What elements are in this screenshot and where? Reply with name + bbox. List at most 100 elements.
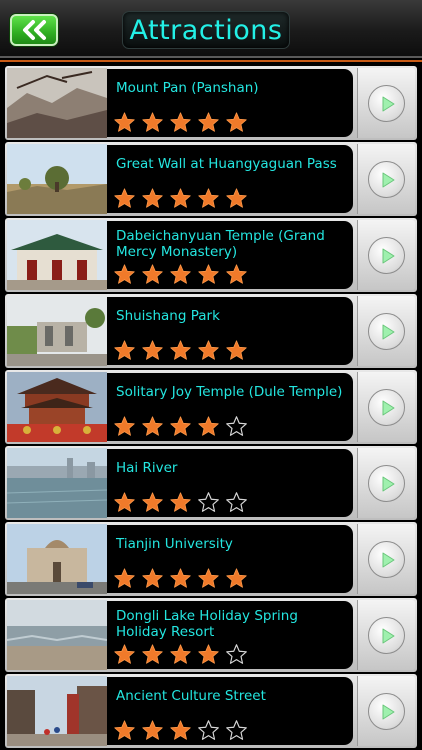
star-filled-icon (198, 187, 219, 208)
attraction-info[interactable]: Solitary Joy Temple (Dule Temple) (107, 373, 353, 441)
star-filled-icon (198, 643, 219, 664)
open-attraction-button[interactable] (357, 68, 415, 138)
star-filled-icon (198, 339, 219, 360)
attraction-info[interactable]: Dabeichanyuan Temple (Grand Mercy Monast… (107, 221, 353, 289)
star-filled-icon (142, 187, 163, 208)
open-attraction-button[interactable] (357, 676, 415, 746)
play-arrow-circle (368, 389, 405, 426)
attraction-info[interactable]: Great Wall at Huangyaguan Pass (107, 145, 353, 213)
list-item[interactable]: Dongli Lake Holiday Spring Holiday Resor… (5, 598, 417, 672)
star-filled-icon (198, 263, 219, 284)
rating-stars (113, 565, 248, 591)
star-empty-icon (226, 643, 247, 664)
star-filled-icon (170, 567, 191, 588)
attraction-thumbnail[interactable] (7, 68, 107, 138)
attraction-info[interactable]: Shuishang Park (107, 297, 353, 365)
open-attraction-button[interactable] (357, 524, 415, 594)
star-filled-icon (142, 415, 163, 436)
list-item[interactable]: Dabeichanyuan Temple (Grand Mercy Monast… (5, 218, 417, 292)
star-empty-icon (198, 491, 219, 512)
attraction-info[interactable]: Mount Pan (Panshan) (107, 69, 353, 137)
attraction-thumbnail[interactable] (7, 600, 107, 670)
list-item[interactable]: Shuishang Park (5, 294, 417, 368)
attraction-name: Hai River (116, 460, 178, 476)
open-attraction-button[interactable] (357, 296, 415, 366)
play-arrow-circle (368, 541, 405, 578)
star-filled-icon (142, 111, 163, 132)
play-arrow-icon (382, 172, 394, 187)
attraction-info[interactable]: Hai River (107, 449, 353, 517)
list-item[interactable]: Mount Pan (Panshan) (5, 66, 417, 140)
attraction-thumbnail[interactable] (7, 372, 107, 442)
list-item[interactable]: Ancient Culture Street (5, 674, 417, 748)
star-empty-icon (226, 719, 247, 740)
star-filled-icon (142, 339, 163, 360)
star-filled-icon (142, 719, 163, 740)
star-filled-icon (170, 111, 191, 132)
attraction-name: Shuishang Park (116, 308, 220, 324)
star-filled-icon (142, 567, 163, 588)
attraction-name: Dongli Lake Holiday Spring Holiday Resor… (116, 608, 298, 640)
play-arrow-circle (368, 693, 405, 730)
star-filled-icon (114, 111, 135, 132)
rating-stars (113, 337, 248, 363)
play-arrow-circle (368, 617, 405, 654)
double-chevron-left-icon (23, 20, 46, 40)
top-bar: Attractions (0, 0, 422, 58)
star-filled-icon (114, 263, 135, 284)
star-filled-icon (170, 263, 191, 284)
list-item[interactable]: Great Wall at Huangyaguan Pass (5, 142, 417, 216)
attraction-info[interactable]: Tianjin University (107, 525, 353, 593)
attraction-name: Great Wall at Huangyaguan Pass (116, 156, 337, 172)
star-filled-icon (114, 719, 135, 740)
star-filled-icon (226, 263, 247, 284)
attraction-thumbnail[interactable] (7, 220, 107, 290)
star-filled-icon (226, 339, 247, 360)
play-arrow-circle (368, 85, 405, 122)
rating-stars (113, 185, 248, 211)
attraction-thumbnail[interactable] (7, 296, 107, 366)
play-arrow-icon (382, 324, 394, 339)
star-empty-icon (226, 491, 247, 512)
attraction-info[interactable]: Dongli Lake Holiday Spring Holiday Resor… (107, 601, 353, 669)
attraction-thumbnail[interactable] (7, 676, 107, 746)
open-attraction-button[interactable] (357, 144, 415, 214)
star-filled-icon (114, 187, 135, 208)
attraction-name: Dabeichanyuan Temple (Grand Mercy Monast… (116, 228, 325, 260)
list-item[interactable]: Tianjin University (5, 522, 417, 596)
attraction-thumbnail[interactable] (7, 524, 107, 594)
open-attraction-button[interactable] (357, 600, 415, 670)
star-filled-icon (170, 491, 191, 512)
star-empty-icon (226, 415, 247, 436)
attraction-name: Solitary Joy Temple (Dule Temple) (116, 384, 343, 400)
attractions-list[interactable]: Mount Pan (Panshan) Great Wall at Huangya… (0, 60, 422, 750)
rating-stars (113, 261, 248, 287)
attraction-info[interactable]: Ancient Culture Street (107, 677, 353, 745)
list-item[interactable]: Solitary Joy Temple (Dule Temple) (5, 370, 417, 444)
page-title-box: Attractions (122, 11, 290, 49)
attraction-thumbnail[interactable] (7, 448, 107, 518)
open-attraction-button[interactable] (357, 448, 415, 518)
back-button[interactable] (10, 14, 58, 46)
star-filled-icon (114, 339, 135, 360)
star-filled-icon (142, 491, 163, 512)
star-filled-icon (170, 187, 191, 208)
open-attraction-button[interactable] (357, 372, 415, 442)
play-arrow-icon (382, 476, 394, 491)
star-filled-icon (142, 263, 163, 284)
rating-stars (113, 717, 248, 743)
rating-stars (113, 413, 248, 439)
page-title: Attractions (129, 14, 283, 46)
attraction-thumbnail[interactable] (7, 144, 107, 214)
open-attraction-button[interactable] (357, 220, 415, 290)
star-filled-icon (226, 111, 247, 132)
play-arrow-icon (382, 628, 394, 643)
star-filled-icon (198, 567, 219, 588)
attraction-name: Mount Pan (Panshan) (116, 80, 259, 96)
star-filled-icon (114, 415, 135, 436)
rating-stars (113, 641, 248, 667)
list-item[interactable]: Hai River (5, 446, 417, 520)
play-arrow-circle (368, 465, 405, 502)
attraction-name: Ancient Culture Street (116, 688, 266, 704)
star-filled-icon (142, 643, 163, 664)
